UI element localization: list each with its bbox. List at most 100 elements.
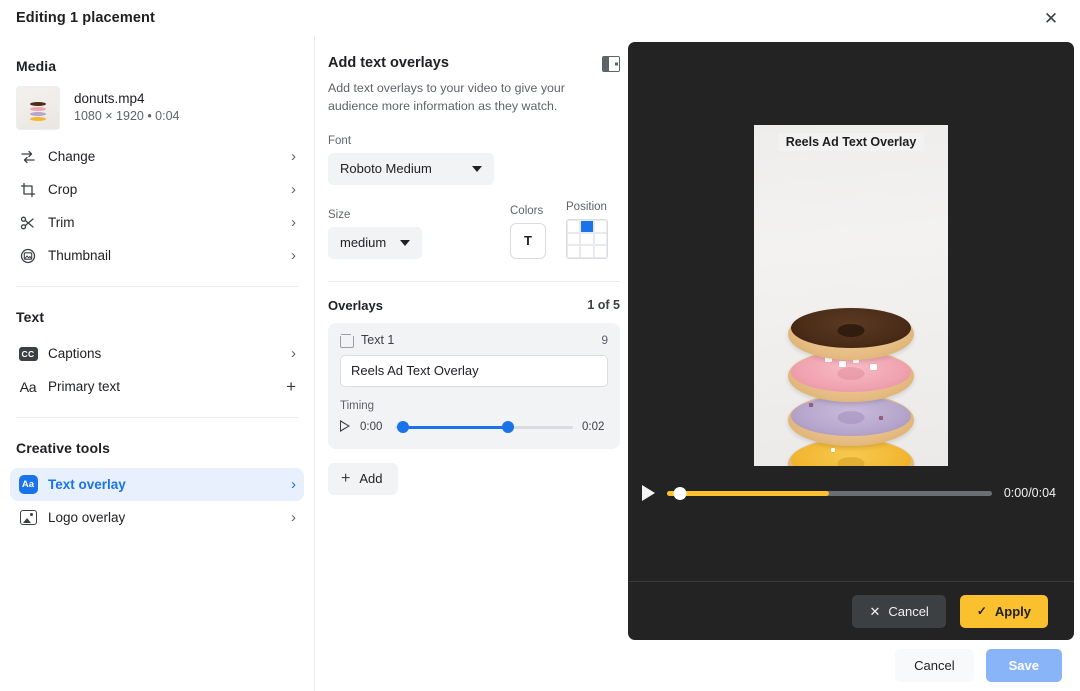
progress-thumb[interactable] [673,487,687,500]
position-cell-8[interactable] [593,245,607,258]
overlay-name: Text 1 [361,332,395,347]
sidebar-item-primary-text[interactable]: Aa Primary text + [10,370,304,403]
close-icon: ✕ [869,603,881,619]
section-title-media: Media [16,58,57,74]
chevron-down-icon [400,239,411,246]
position-cell-5[interactable] [593,232,607,246]
sidebar-item-trim[interactable]: Trim › [10,206,304,239]
chevron-down-icon [472,165,482,172]
save-button[interactable]: Save [985,649,1062,682]
add-overlay-button[interactable]: + Add [328,462,399,495]
position-cell-7[interactable] [580,245,594,258]
sidebar-item-change[interactable]: Change › [10,140,304,173]
sidebar-item-thumbnail[interactable]: Thumbnail › [10,239,304,272]
media-file-name: donuts.mp4 [74,91,145,107]
sidebar-item-label: Text overlay [48,477,126,492]
swap-icon [16,149,40,165]
sidebar-item-label: Captions [48,346,102,361]
size-value: medium [340,235,387,251]
position-cell-3[interactable] [567,232,581,246]
media-thumbnail [16,86,60,130]
plus-icon: + [341,469,351,487]
range-thumb-end[interactable] [501,421,514,434]
plus-icon[interactable]: + [286,378,296,395]
chevron-right-icon: › [291,148,296,165]
sidebar-item-label: Change [48,149,96,164]
crop-icon [16,182,40,198]
overlay-card: Text 1 9 Timing 0:00 0:02 [328,322,620,449]
placement-editor-dialog: Editing 1 placement ✕ Media donuts.mp4 1… [0,0,1080,691]
sidebar: Media donuts.mp4 1080 × 1920 • 0:04 Chan… [0,36,315,691]
scissors-icon [16,215,40,231]
sidebar-item-captions[interactable]: CC Captions › [10,337,304,370]
section-title-creative-tools: Creative tools [16,440,110,456]
aa-badge-icon: Aa [16,475,40,494]
sidebar-item-crop[interactable]: Crop › [10,173,304,206]
video-stage[interactable]: Reels Ad Text Overlay [628,42,1074,472]
position-label: Position [566,200,607,213]
size-label: Size [328,208,351,221]
position-grid[interactable] [566,218,608,259]
overlay-card-header: Text 1 9 [340,332,608,348]
text-color-swatch[interactable]: T [510,222,546,259]
media-meta: donuts.mp4 1080 × 1920 • 0:04 [74,90,180,126]
preview-cancel-button[interactable]: ✕ Cancel [852,594,946,628]
colors-label: Colors [510,204,544,217]
font-label: Font [328,134,352,147]
overlays-count: 1 of 5 [587,298,620,313]
range-fill [402,425,508,429]
timing-range-slider[interactable] [395,419,573,435]
range-thumb-start[interactable] [396,421,409,434]
progress-fill [667,491,830,496]
font-select[interactable]: Roboto Medium [328,152,494,185]
font-value: Roboto Medium [340,161,432,177]
video-progress-slider[interactable] [667,486,992,500]
timing-start: 0:00 [360,420,383,433]
add-overlay-label: Add [359,471,383,487]
sidebar-item-logo-overlay[interactable]: Logo overlay › [10,501,304,534]
chevron-right-icon: › [291,509,296,526]
apply-button[interactable]: ✓ Apply [959,594,1048,628]
cancel-button[interactable]: Cancel [895,649,974,682]
sidebar-item-label: Crop [48,182,78,197]
panel-description: Add text overlays to your video to give … [328,81,565,113]
chevron-right-icon: › [291,181,296,198]
timing-row: 0:00 0:02 [340,419,608,435]
video-overlay-text: Reels Ad Text Overlay [778,133,924,151]
image-icon [16,510,40,525]
dialog-footer: Cancel Save [628,640,1080,691]
preview-cancel-label: Cancel [888,603,929,619]
media-file-meta: 1080 × 1920 • 0:04 [74,109,180,124]
play-icon[interactable] [340,420,351,433]
position-cell-1[interactable] [580,219,594,233]
panel-header: Add text overlays [328,36,620,72]
chevron-right-icon: › [291,247,296,264]
panel-title: Add text overlays [328,55,449,71]
thumbnail-icon [16,248,40,264]
check-icon: ✓ [976,604,987,618]
close-icon[interactable]: ✕ [1038,5,1064,31]
overlay-text-input[interactable] [340,354,608,387]
size-select[interactable]: medium [328,226,423,259]
position-cell-4[interactable] [580,232,594,246]
section-title-text: Text [16,309,45,325]
colors-field: Colors T [510,205,566,259]
video-preview-panel: Reels Ad Text Overlay 0:00/0:04 ✕ Cancel… [628,42,1074,640]
video-play-icon[interactable] [642,485,655,501]
media-file-row[interactable]: donuts.mp4 1080 × 1920 • 0:04 [16,86,298,130]
sidebar-item-text-overlay[interactable]: Aa Text overlay › [10,468,304,501]
sidebar-divider-2 [16,417,298,418]
thumbnail-donuts [30,102,46,122]
position-cell-6[interactable] [567,245,581,258]
apply-label: Apply [994,603,1031,619]
position-cell-2[interactable] [593,219,607,233]
chevron-right-icon: › [291,345,296,362]
overlay-char-count: 9 [601,332,608,347]
overlays-label: Overlays [328,297,383,313]
position-cell-0[interactable] [567,219,581,233]
chevron-right-icon: › [291,214,296,231]
trash-icon[interactable] [340,333,354,348]
overlays-header: Overlays 1 of 5 [328,280,620,313]
panel-layout-icon[interactable] [602,56,620,72]
donut-stack-image [787,252,915,466]
